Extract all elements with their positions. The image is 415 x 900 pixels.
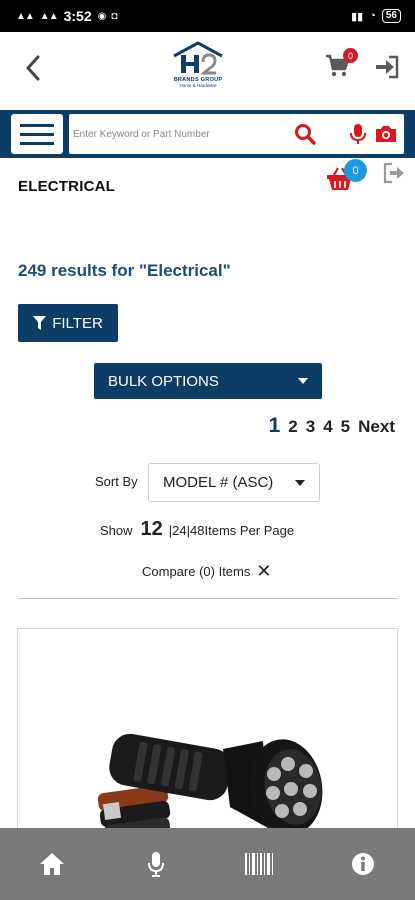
bulk-options-dropdown[interactable]: BULK OPTIONS [94,363,322,399]
wifi-icon: ◔ [369,10,376,22]
bottom-navigation [0,828,415,900]
status-time: 3:52 [63,8,92,24]
network-icon: ▮▮ [351,10,364,23]
per-page-12[interactable]: 12 [141,518,163,541]
search-box [69,114,404,154]
page-link-5[interactable]: 5 [341,417,350,437]
per-page-24[interactable]: 24 [172,523,186,538]
microphone-icon [147,852,164,877]
caret-down-icon [298,378,308,384]
back-button[interactable] [18,50,48,86]
info-icon [352,853,375,875]
cart-count-badge: 0 [343,48,358,63]
search-icon[interactable] [294,123,316,145]
compare-items[interactable]: Compare (0) Items ✕ [142,562,271,580]
nav-barcode-scan[interactable] [229,834,289,894]
sort-selected-value: MODEL # (ASC) [163,474,274,491]
hamburger-icon [20,123,54,127]
barcode-icon [245,853,274,875]
microphone-icon[interactable] [349,123,367,145]
brand-logo[interactable]: BRANDS GROUP Home & Hardware [165,40,231,98]
filter-icon [33,315,47,330]
filter-button[interactable]: FILTER [18,304,118,342]
battery-icon: 56 [381,9,401,23]
show-label: Show [100,523,133,538]
filter-label: FILTER [52,314,103,332]
divider [18,598,398,599]
app-header: BRANDS GROUP Home & Hardware 0 [0,32,415,110]
hamburger-icon [20,141,54,145]
status-right: ▮▮ ◔ 56 [351,9,401,23]
basket-count-badge: 0 [344,159,367,182]
search-input[interactable] [73,114,283,154]
sort-label: Sort By [95,474,138,489]
next-page-link[interactable]: Next [358,417,395,437]
bulk-options-label: BULK OPTIONS [108,372,219,390]
notification-icon: ◘ [111,10,117,22]
status-left: ▲▲ ▲▲ 3:52 ◉ ◘ [16,8,117,24]
results-count: 249 results for "Electrical" [18,261,231,280]
logo-icon [173,41,223,75]
sort-select[interactable]: MODEL # (ASC) [148,463,320,502]
close-icon[interactable]: ✕ [256,562,271,580]
signal-icon: ▲▲ [16,10,35,22]
page-title: ELECTRICAL [18,178,115,195]
signal-icon: ▲▲ [39,10,59,22]
pagination: 1 2 3 4 5 Next [269,414,395,438]
search-bar [0,110,415,158]
page-link-3[interactable]: 3 [306,417,315,437]
page-link-2[interactable]: 2 [288,417,297,437]
chevron-left-icon [26,55,40,81]
per-page-suffix: Items Per Page [204,523,295,538]
sign-in-icon [376,55,399,79]
page-link-4[interactable]: 4 [323,417,332,437]
logout-button[interactable] [382,161,406,185]
nav-home[interactable] [22,834,82,894]
page-link-1[interactable]: 1 [269,414,281,438]
camera-icon[interactable] [375,125,397,143]
compare-label: Compare (0) Items [142,563,251,579]
login-button[interactable] [374,54,400,80]
status-bar: ▲▲ ▲▲ 3:52 ◉ ◘ ▮▮ ◔ 56 [0,0,415,32]
home-icon [39,853,64,875]
per-page-48[interactable]: 48 [190,523,204,538]
menu-button[interactable] [11,114,63,154]
logo-subtitle: Home & Hardware [179,83,217,88]
nav-info[interactable] [333,834,393,894]
caret-down-icon [295,479,305,486]
nav-voice-search[interactable] [126,834,186,894]
hamburger-icon [20,132,54,136]
messenger-icon: ◉ [97,10,107,22]
sign-out-icon [383,162,404,184]
items-per-page: Show 12 | 24 | 48 Items Per Page [100,518,294,541]
